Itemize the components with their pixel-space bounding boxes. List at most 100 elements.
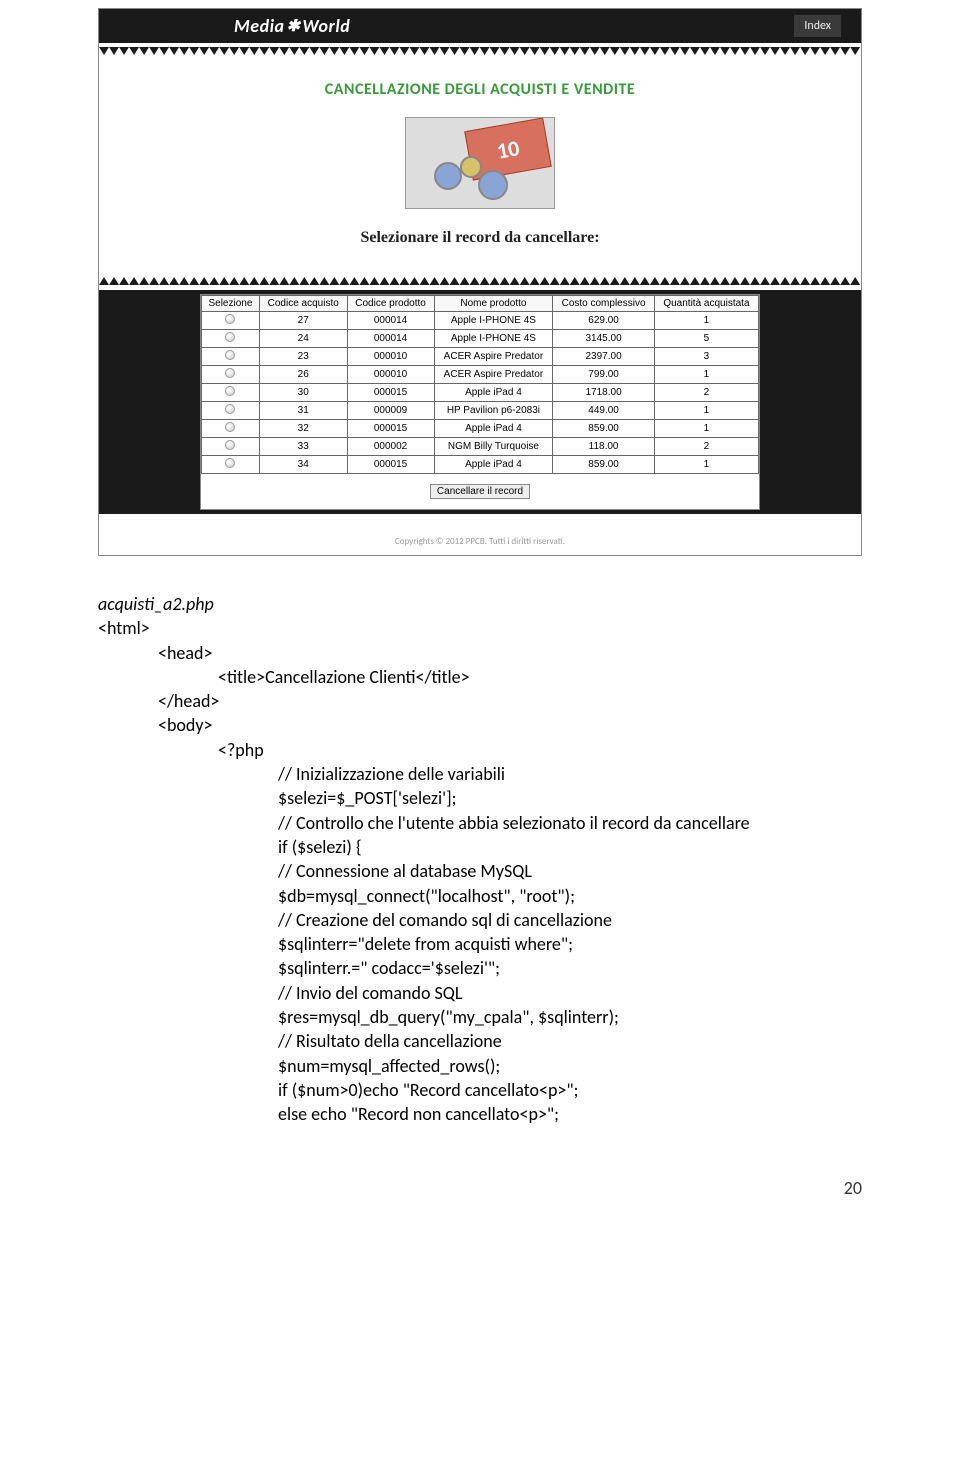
table-cell: NGM Billy Turquoise (434, 438, 553, 456)
code-line: </head> (98, 689, 862, 713)
subtitle: Selezionare il record da cancellare: (99, 229, 861, 247)
table-header: Selezione (202, 296, 260, 312)
radio-cell[interactable] (202, 420, 260, 438)
radio-icon[interactable] (225, 458, 235, 468)
table-cell: 27 (259, 312, 347, 330)
table-cell: 5 (654, 330, 758, 348)
code-line: <title>Cancellazione Clienti</title> (98, 665, 862, 689)
radio-cell[interactable] (202, 438, 260, 456)
table-cell: 24 (259, 330, 347, 348)
table-row: 31000009HP Pavilion p6-2083i449.001 (202, 402, 759, 420)
logo: Media ✱ World (234, 15, 350, 37)
cancel-row: Cancellare il record (201, 474, 759, 509)
code-line: // Invio del comando SQL (98, 981, 862, 1005)
records-table: SelezioneCodice acquistoCodice prodottoN… (201, 295, 759, 474)
table-row: 32000015Apple iPad 4859.001 (202, 420, 759, 438)
cancel-button[interactable]: Cancellare il record (430, 484, 530, 499)
table-row: 24000014Apple I-PHONE 4S3145.005 (202, 330, 759, 348)
table-cell: 000002 (347, 438, 434, 456)
code-line: $sqlinterr.=" codacc='$selezi'"; (98, 956, 862, 980)
table-cell: Apple iPad 4 (434, 456, 553, 474)
footer: Copyrights © 2012 PPCB. Tutti i diritti … (99, 514, 861, 555)
code-line: if ($num>0)echo "Record cancellato<p>"; (98, 1078, 862, 1102)
code-line: <?php (98, 738, 862, 762)
table-header: Codice prodotto (347, 296, 434, 312)
code-line: $res=mysql_db_query("my_cpala", $sqlinte… (98, 1005, 862, 1029)
table-cell: 23 (259, 348, 347, 366)
table-cell: 1 (654, 402, 758, 420)
table-cell: ACER Aspire Predator (434, 348, 553, 366)
table-cell: Apple iPad 4 (434, 384, 553, 402)
code-line: <head> (98, 641, 862, 665)
radio-cell[interactable] (202, 366, 260, 384)
code-line: // Connessione al database MySQL (98, 859, 862, 883)
radio-icon[interactable] (225, 332, 235, 342)
radio-icon[interactable] (225, 386, 235, 396)
radio-cell[interactable] (202, 456, 260, 474)
table-row: 34000015Apple iPad 4859.001 (202, 456, 759, 474)
table-cell: 629.00 (553, 312, 655, 330)
table-cell: 000014 (347, 312, 434, 330)
table-cell: 3 (654, 348, 758, 366)
table-cell: 859.00 (553, 456, 655, 474)
table-cell: 000010 (347, 366, 434, 384)
table-cell: Apple I-PHONE 4S (434, 312, 553, 330)
index-button[interactable]: Index (794, 15, 841, 37)
radio-icon[interactable] (225, 422, 235, 432)
radio-icon[interactable] (225, 368, 235, 378)
code-line: // Controllo che l'utente abbia selezion… (98, 811, 862, 835)
radio-cell[interactable] (202, 312, 260, 330)
radio-icon[interactable] (225, 314, 235, 324)
code-line: // Creazione del comando sql di cancella… (98, 908, 862, 932)
table-row: 33000002NGM Billy Turquoise118.002 (202, 438, 759, 456)
table-cell: 1 (654, 420, 758, 438)
table-cell: 1 (654, 312, 758, 330)
coin-icon (460, 156, 482, 178)
table-cell: 449.00 (553, 402, 655, 420)
table-header: Nome prodotto (434, 296, 553, 312)
code-line: $db=mysql_connect("localhost", "root"); (98, 884, 862, 908)
radio-cell[interactable] (202, 384, 260, 402)
table-header: Quantità acquistata (654, 296, 758, 312)
table-cell: 118.00 (553, 438, 655, 456)
table-cell: 2 (654, 384, 758, 402)
radio-cell[interactable] (202, 330, 260, 348)
radio-icon[interactable] (225, 404, 235, 414)
table-cell: 2 (654, 438, 758, 456)
code-line: // Risultato della cancellazione (98, 1029, 862, 1053)
table-cell: 32 (259, 420, 347, 438)
table-cell: 859.00 (553, 420, 655, 438)
coin-icon (434, 162, 462, 190)
table-row: 23000010ACER Aspire Predator2397.003 (202, 348, 759, 366)
screenshot-container: Media ✱ World Index CANCELLAZIONE DEGLI … (98, 8, 862, 556)
header-bar: Media ✱ World Index (99, 9, 861, 43)
radio-cell[interactable] (202, 402, 260, 420)
table-header: Codice acquisto (259, 296, 347, 312)
table-cell: 1 (654, 366, 758, 384)
logo-text: Media ✱ World (234, 15, 350, 37)
table-cell: 30 (259, 384, 347, 402)
table-cell: HP Pavilion p6-2083i (434, 402, 553, 420)
table-cell: 1718.00 (553, 384, 655, 402)
table-cell: 000009 (347, 402, 434, 420)
radio-icon[interactable] (225, 440, 235, 450)
table-cell: ACER Aspire Predator (434, 366, 553, 384)
coin-icon (478, 170, 508, 200)
code-line: $selezi=$_POST['selezi']; (98, 786, 862, 810)
radio-icon[interactable] (225, 350, 235, 360)
table-cell: Apple I-PHONE 4S (434, 330, 553, 348)
radio-cell[interactable] (202, 348, 260, 366)
code-block: acquisti_a2.php <html> <head> <title>Can… (0, 556, 960, 1127)
code-filename: acquisti_a2.php (98, 592, 862, 616)
code-line: $num=mysql_affected_rows(); (98, 1054, 862, 1078)
table-row: 27000014Apple I-PHONE 4S629.001 (202, 312, 759, 330)
table-row: 26000010ACER Aspire Predator799.001 (202, 366, 759, 384)
code-line: if ($selezi) { (98, 835, 862, 859)
table-cell: 34 (259, 456, 347, 474)
table-cell: 799.00 (553, 366, 655, 384)
page-title: CANCELLAZIONE DEGLI ACQUISTI E VENDITE (99, 80, 861, 99)
copyright: Copyrights © 2012 PPCB. Tutti i diritti … (99, 536, 861, 547)
table-cell: Apple iPad 4 (434, 420, 553, 438)
dark-band: SelezioneCodice acquistoCodice prodottoN… (99, 290, 861, 514)
logo-suffix: World (302, 15, 350, 37)
